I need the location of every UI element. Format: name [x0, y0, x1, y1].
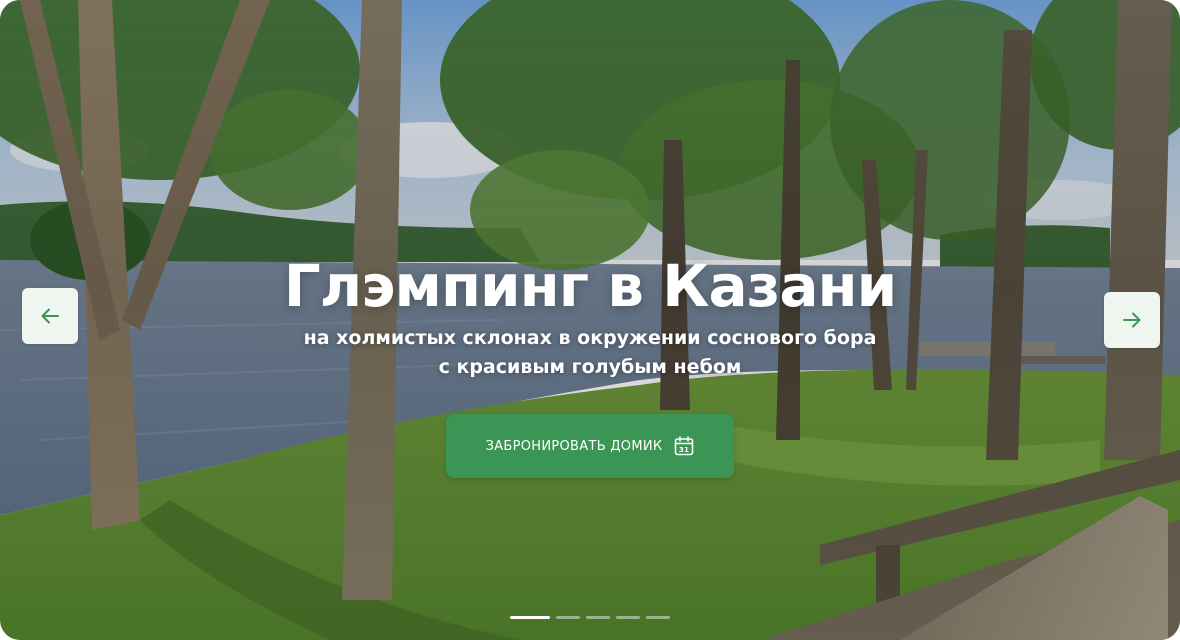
calendar-icon: 31	[675, 436, 694, 456]
hero-slider: Глэмпинг в Казани на холмистых склонах в…	[0, 0, 1180, 640]
book-cabin-button-label: ЗАБРОНИРОВАТЬ ДОМИК	[485, 438, 663, 454]
hero-title: Глэмпинг в Казани	[283, 252, 898, 320]
calendar-icon-day: 31	[679, 446, 689, 454]
arrow-right-icon	[1123, 312, 1141, 328]
slider-pagination	[510, 616, 670, 619]
slider-dot-5[interactable]	[646, 616, 670, 619]
hero-subtitle-line-2: с красивым голубым небом	[438, 356, 742, 378]
hero-subtitle: на холмистых склонах в окружении сосново…	[240, 324, 940, 382]
arrow-left-icon	[41, 308, 59, 324]
book-cabin-button[interactable]: ЗАБРОНИРОВАТЬ ДОМИК 31	[446, 414, 734, 478]
next-slide-button[interactable]	[1104, 292, 1160, 348]
hero-content: Глэмпинг в Казани на холмистых склонах в…	[0, 250, 1180, 382]
slider-dot-4[interactable]	[616, 616, 640, 619]
hero-subtitle-line-1: на холмистых склонах в окружении сосново…	[303, 327, 877, 349]
slider-dot-2[interactable]	[556, 616, 580, 619]
previous-slide-button[interactable]	[22, 288, 78, 344]
slider-dot-3[interactable]	[586, 616, 610, 619]
slider-dot-1[interactable]	[510, 616, 550, 619]
